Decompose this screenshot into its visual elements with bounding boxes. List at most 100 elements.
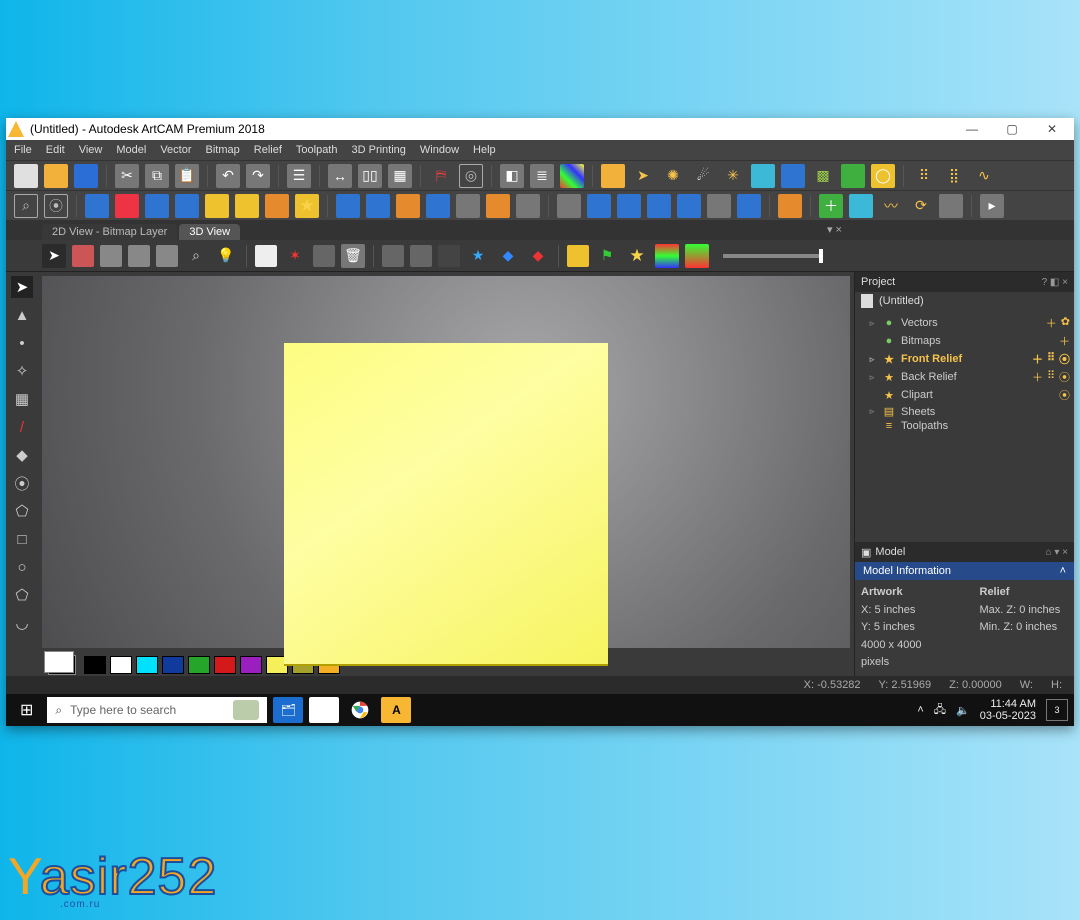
relief-tile5-icon[interactable] (205, 194, 229, 218)
tp3-icon[interactable] (396, 194, 420, 218)
sq-icon[interactable] (939, 194, 963, 218)
tree-row-actions[interactable]: ＋⠿⦿ (1032, 369, 1070, 385)
tree-row-actions[interactable]: ＋✿ (1046, 315, 1070, 331)
measure-icon[interactable]: ↔ (328, 164, 352, 188)
tab-2d-view[interactable]: 2D View - Bitmap Layer (42, 224, 177, 240)
globe-icon[interactable]: ⦿ (44, 194, 68, 218)
g2-icon[interactable] (410, 245, 432, 267)
spark2-icon[interactable]: ☄ (691, 164, 715, 188)
plane-icon[interactable] (255, 245, 277, 267)
chrome-icon[interactable] (345, 697, 375, 723)
sim7-icon[interactable] (737, 194, 761, 218)
erase-icon[interactable]: ◧ (500, 164, 524, 188)
rgb1-icon[interactable] (655, 244, 679, 268)
tree-row-front-relief[interactable]: ▹★Front Relief＋⠿⦿ (859, 350, 1070, 368)
transform-tool[interactable]: ✧ (11, 360, 33, 382)
bluestar-icon[interactable]: ★ (466, 244, 490, 268)
menu-bitmap[interactable]: Bitmap (206, 144, 240, 156)
yellowtile-icon[interactable] (567, 245, 589, 267)
swatch[interactable] (214, 656, 236, 674)
menu-help[interactable]: Help (473, 144, 496, 156)
relief-tile3-icon[interactable] (145, 194, 169, 218)
light-icon[interactable]: 💡 (214, 244, 238, 268)
reddia-icon[interactable]: ◆ (526, 244, 550, 268)
sim3-icon[interactable] (617, 194, 641, 218)
lamp-icon[interactable]: ⛿ (429, 164, 453, 188)
menu-edit[interactable]: Edit (46, 144, 65, 156)
tree-row-actions[interactable]: ⦿ (1059, 387, 1070, 403)
stack-icon[interactable] (778, 194, 802, 218)
sim6-icon[interactable] (707, 194, 731, 218)
tp5-icon[interactable] (456, 194, 480, 218)
tree-row-toolpaths[interactable]: ≡Toolpaths (859, 419, 1070, 433)
zoom-icon[interactable]: ⌕ (184, 244, 208, 268)
bluedia-icon[interactable]: ◆ (496, 244, 520, 268)
tab-options-icon[interactable]: ▾ × (827, 223, 842, 236)
current-colors[interactable] (48, 655, 76, 675)
expand-icon[interactable]: ▹ (867, 406, 877, 417)
save-icon[interactable] (74, 164, 98, 188)
spark3-icon[interactable]: ✳ (721, 164, 745, 188)
pattern-icon[interactable]: ▩ (811, 164, 835, 188)
sim1-icon[interactable] (557, 194, 581, 218)
cube4-icon[interactable] (156, 245, 178, 267)
sim5-icon[interactable] (677, 194, 701, 218)
tp1-icon[interactable] (336, 194, 360, 218)
relief1-icon[interactable] (751, 164, 775, 188)
spark1-icon[interactable]: ✺ (661, 164, 685, 188)
layer-icon[interactable]: ≣ (530, 164, 554, 188)
star-icon[interactable]: ★ (295, 194, 319, 218)
goldstar-icon[interactable]: ★ (625, 244, 649, 268)
tray-sound-icon[interactable]: 🔈 (956, 704, 970, 717)
tree-row-vectors[interactable]: ▹●Vectors＋✿ (859, 314, 1070, 332)
start-button[interactable]: ⊞ (12, 700, 41, 720)
tree-row-sheets[interactable]: ▹▤Sheets (859, 404, 1070, 419)
swatch[interactable] (110, 656, 132, 674)
tp6-icon[interactable] (486, 194, 510, 218)
relief-tile4-icon[interactable] (175, 194, 199, 218)
swatch[interactable] (188, 656, 210, 674)
relief-tile2-icon[interactable] (115, 194, 139, 218)
dots2-icon[interactable]: ⣿ (942, 164, 966, 188)
model-panel-title[interactable]: ▣ Model ⌂ ▾ × (855, 542, 1074, 562)
swatch[interactable] (162, 656, 184, 674)
open-folder-icon[interactable] (44, 164, 68, 188)
opacity-slider[interactable] (723, 254, 823, 258)
menu-relief[interactable]: Relief (254, 144, 282, 156)
plus-icon[interactable]: ＋ (819, 194, 843, 218)
sim4-icon[interactable] (647, 194, 671, 218)
tray-network-icon[interactable]: 🖧 (934, 701, 946, 720)
select-tool[interactable]: ➤ (11, 276, 33, 298)
pencil-tool[interactable]: / (11, 416, 33, 438)
taskbar-clock[interactable]: 11:44 AM 03-05-2023 (980, 698, 1036, 722)
copy-icon[interactable]: ⧉ (145, 164, 169, 188)
circle-target-tool[interactable]: ⦿ (11, 472, 33, 494)
cube1-icon[interactable] (72, 245, 94, 267)
sim2-icon[interactable] (587, 194, 611, 218)
dims-icon[interactable]: ▯▯ (358, 164, 382, 188)
point-tool[interactable]: • (11, 332, 33, 354)
target-icon[interactable]: ◎ (459, 164, 483, 188)
cube3-icon[interactable] (128, 245, 150, 267)
model-panel-buttons[interactable]: ⌂ ▾ × (1046, 547, 1068, 558)
menu-vector[interactable]: Vector (160, 144, 191, 156)
trash-icon[interactable]: 🗑 (341, 244, 365, 268)
project-document-row[interactable]: (Untitled) (855, 292, 1074, 310)
rect-tool[interactable]: □ (11, 528, 33, 550)
axes-icon[interactable]: ✶ (283, 244, 307, 268)
mesh-tool[interactable]: ▦ (11, 388, 33, 410)
menu-3dprinting[interactable]: 3D Printing (351, 144, 405, 156)
block-icon[interactable] (313, 245, 335, 267)
arc-tool[interactable]: ◡ (11, 612, 33, 634)
model-info-header[interactable]: Model Information ˄ (855, 562, 1074, 580)
rgb2-icon[interactable] (685, 244, 709, 268)
relief-tile1-icon[interactable] (85, 194, 109, 218)
relief2-icon[interactable] (781, 164, 805, 188)
undo-icon[interactable]: ↶ (216, 164, 240, 188)
notes-icon[interactable]: ☰ (287, 164, 311, 188)
arrow-tool-icon[interactable]: ➤ (42, 244, 66, 268)
swatch[interactable] (84, 656, 106, 674)
g3-icon[interactable] (438, 245, 460, 267)
relief-tile7-icon[interactable] (265, 194, 289, 218)
tp7-icon[interactable] (516, 194, 540, 218)
